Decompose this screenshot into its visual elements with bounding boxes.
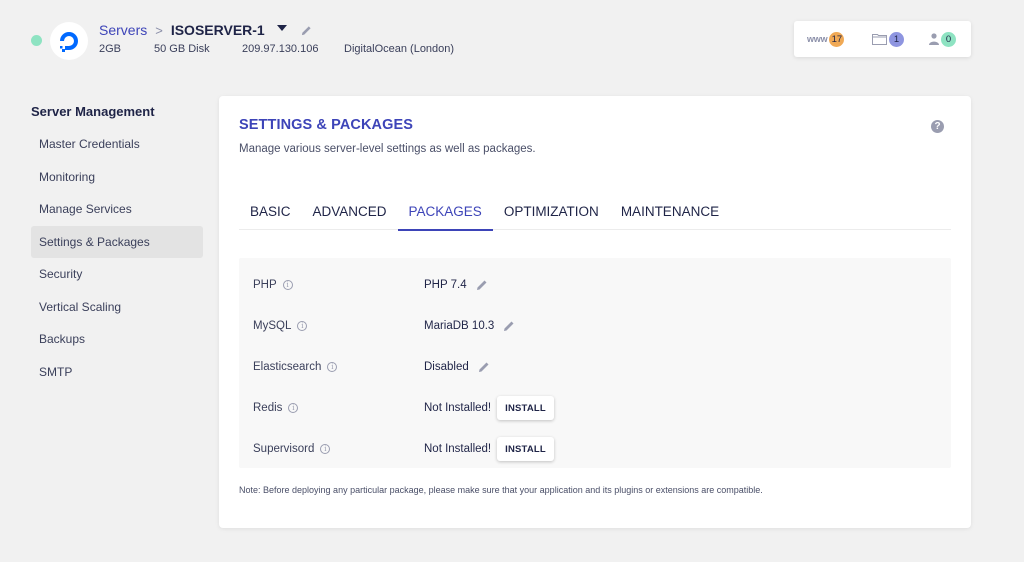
tab-maintenance[interactable]: MAINTENANCE (610, 192, 730, 230)
sidebar-item-manage-services[interactable]: Manage Services (31, 193, 203, 226)
rename-server-pencil-icon[interactable] (301, 25, 312, 36)
package-name: MySQL (253, 320, 292, 332)
tab-packages[interactable]: PACKAGES (397, 192, 494, 231)
info-icon[interactable]: i (288, 403, 299, 413)
edit-mysql-pencil-icon[interactable] (503, 320, 515, 332)
users-stat[interactable]: 0 (929, 31, 956, 47)
tab-basic[interactable]: BASIC (239, 192, 302, 230)
tab-advanced[interactable]: ADVANCED (302, 192, 398, 230)
package-value: MariaDB 10.3 (424, 320, 495, 332)
server-status-indicator (31, 35, 42, 46)
breadcrumb: Servers > ISOSERVER-1 (99, 22, 312, 38)
page-description: Manage various server-level settings as … (239, 143, 536, 155)
breadcrumb-servers-link[interactable]: Servers (99, 22, 147, 38)
info-icon[interactable]: i (320, 444, 331, 454)
sidebar-item-master-credentials[interactable]: Master Credentials (31, 128, 203, 161)
websites-count-badge: 17 (829, 31, 845, 47)
server-disk: 50 GB Disk (154, 43, 210, 55)
server-name: ISOSERVER-1 (170, 22, 265, 38)
server-ram: 2GB (99, 43, 122, 55)
sidebar-item-monitoring[interactable]: Monitoring (31, 161, 203, 194)
package-name: Redis (253, 402, 283, 414)
sidebar-item-security[interactable]: Security (31, 258, 203, 291)
edit-php-pencil-icon[interactable] (476, 279, 488, 291)
package-value: Not Installed! (424, 402, 492, 414)
compatibility-note: Note: Before deploying any particular pa… (239, 485, 763, 495)
sidebar-item-smtp[interactable]: SMTP (31, 356, 203, 389)
page-title: SETTINGS & PACKAGES (239, 117, 414, 133)
users-count-badge: 0 (941, 31, 956, 47)
sidebar-item-backups[interactable]: Backups (31, 323, 203, 356)
help-icon[interactable]: ? (931, 120, 944, 133)
tab-optimization[interactable]: OPTIMIZATION (493, 192, 610, 230)
digitalocean-logo-icon (50, 22, 88, 60)
folder-icon (872, 33, 887, 45)
websites-stat[interactable]: www 17 (807, 31, 845, 47)
package-value: Disabled (424, 361, 469, 373)
install-supervisord-button[interactable]: INSTALL (497, 437, 554, 461)
apps-stat[interactable]: 1 (872, 31, 904, 47)
package-value: PHP 7.4 (424, 279, 467, 291)
www-icon: www (807, 34, 828, 44)
package-row-mysql: MySQL i MariaDB 10.3 (239, 306, 951, 346)
user-icon (929, 33, 939, 45)
settings-tabs: BASIC ADVANCED PACKAGES OPTIMIZATION MAI… (239, 192, 951, 231)
server-stats-panel: www 17 1 0 (794, 21, 971, 57)
server-switcher-dropdown-icon[interactable] (276, 25, 287, 31)
package-row-supervisord: Supervisord i Not Installed! INSTALL (239, 429, 951, 469)
server-provider: DigitalOcean (London) (344, 43, 455, 55)
install-redis-button[interactable]: INSTALL (497, 396, 554, 420)
package-row-php: PHP i PHP 7.4 (239, 265, 951, 305)
package-name: Supervisord (253, 443, 315, 455)
package-value: Not Installed! (424, 443, 492, 455)
info-icon[interactable]: i (297, 321, 308, 331)
info-icon[interactable]: i (282, 280, 293, 290)
server-ip: 209.97.130.106 (242, 43, 319, 55)
package-row-redis: Redis i Not Installed! INSTALL (239, 388, 951, 428)
package-name: PHP (253, 279, 277, 291)
packages-table: PHP i PHP 7.4 MySQL i MariaDB 10.3 Elastic… (239, 258, 951, 468)
package-name: Elasticsearch (253, 361, 322, 373)
edit-elasticsearch-pencil-icon[interactable] (478, 361, 490, 373)
apps-count-badge: 1 (889, 31, 904, 47)
server-meta: 2GB 50 GB Disk 209.97.130.106 DigitalOce… (99, 43, 454, 55)
sidebar-item-settings-packages[interactable]: Settings & Packages (31, 225, 203, 258)
info-icon[interactable]: i (327, 362, 338, 372)
settings-packages-card: SETTINGS & PACKAGES Manage various serve… (219, 96, 971, 528)
sidebar-title: Server Management (31, 104, 155, 119)
package-row-elasticsearch: Elasticsearch i Disabled (239, 347, 951, 387)
breadcrumb-separator: > (155, 22, 163, 38)
sidebar-nav: Master Credentials Monitoring Manage Ser… (31, 128, 203, 388)
sidebar-item-vertical-scaling[interactable]: Vertical Scaling (31, 291, 203, 324)
